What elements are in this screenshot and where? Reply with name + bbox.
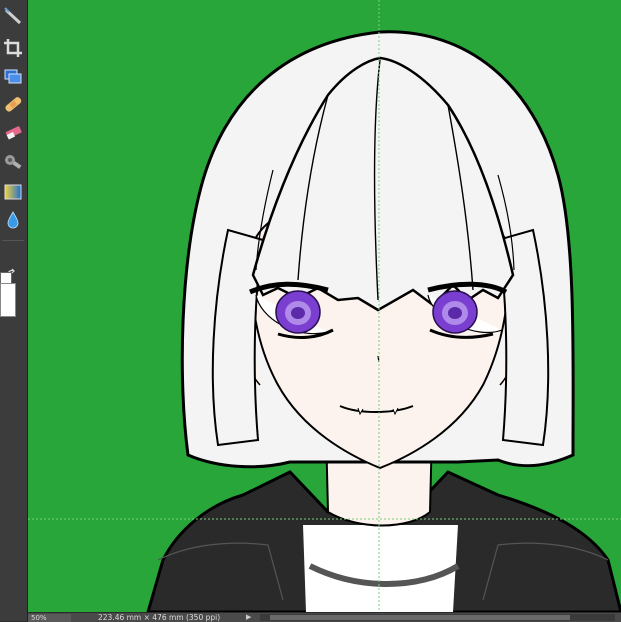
blur-tool[interactable] — [0, 208, 25, 232]
drop-icon — [7, 211, 18, 229]
crop-icon — [3, 39, 22, 57]
stamp-tool[interactable] — [0, 150, 25, 174]
eraser-icon — [5, 126, 22, 140]
healing-tool[interactable] — [0, 92, 25, 116]
transform-tool[interactable] — [0, 64, 25, 88]
horizontal-scrollbar[interactable] — [260, 614, 615, 621]
crop-tool[interactable] — [0, 36, 25, 60]
artwork-illustration — [28, 0, 621, 612]
toolbar-divider — [2, 240, 24, 241]
transform-icon — [4, 69, 21, 84]
document-canvas[interactable] — [28, 0, 621, 612]
stamp-icon — [4, 155, 21, 169]
gradient-tool[interactable] — [0, 180, 25, 204]
ruler-tool[interactable] — [0, 4, 25, 28]
bandage-icon — [4, 97, 21, 112]
tools-panel — [0, 0, 28, 621]
ruler-icon — [3, 7, 21, 25]
gradient-icon — [4, 184, 21, 200]
horizontal-scrollbar-thumb[interactable] — [270, 615, 570, 620]
eraser-tool[interactable] — [0, 120, 25, 144]
background-color-swatch[interactable] — [0, 283, 16, 317]
